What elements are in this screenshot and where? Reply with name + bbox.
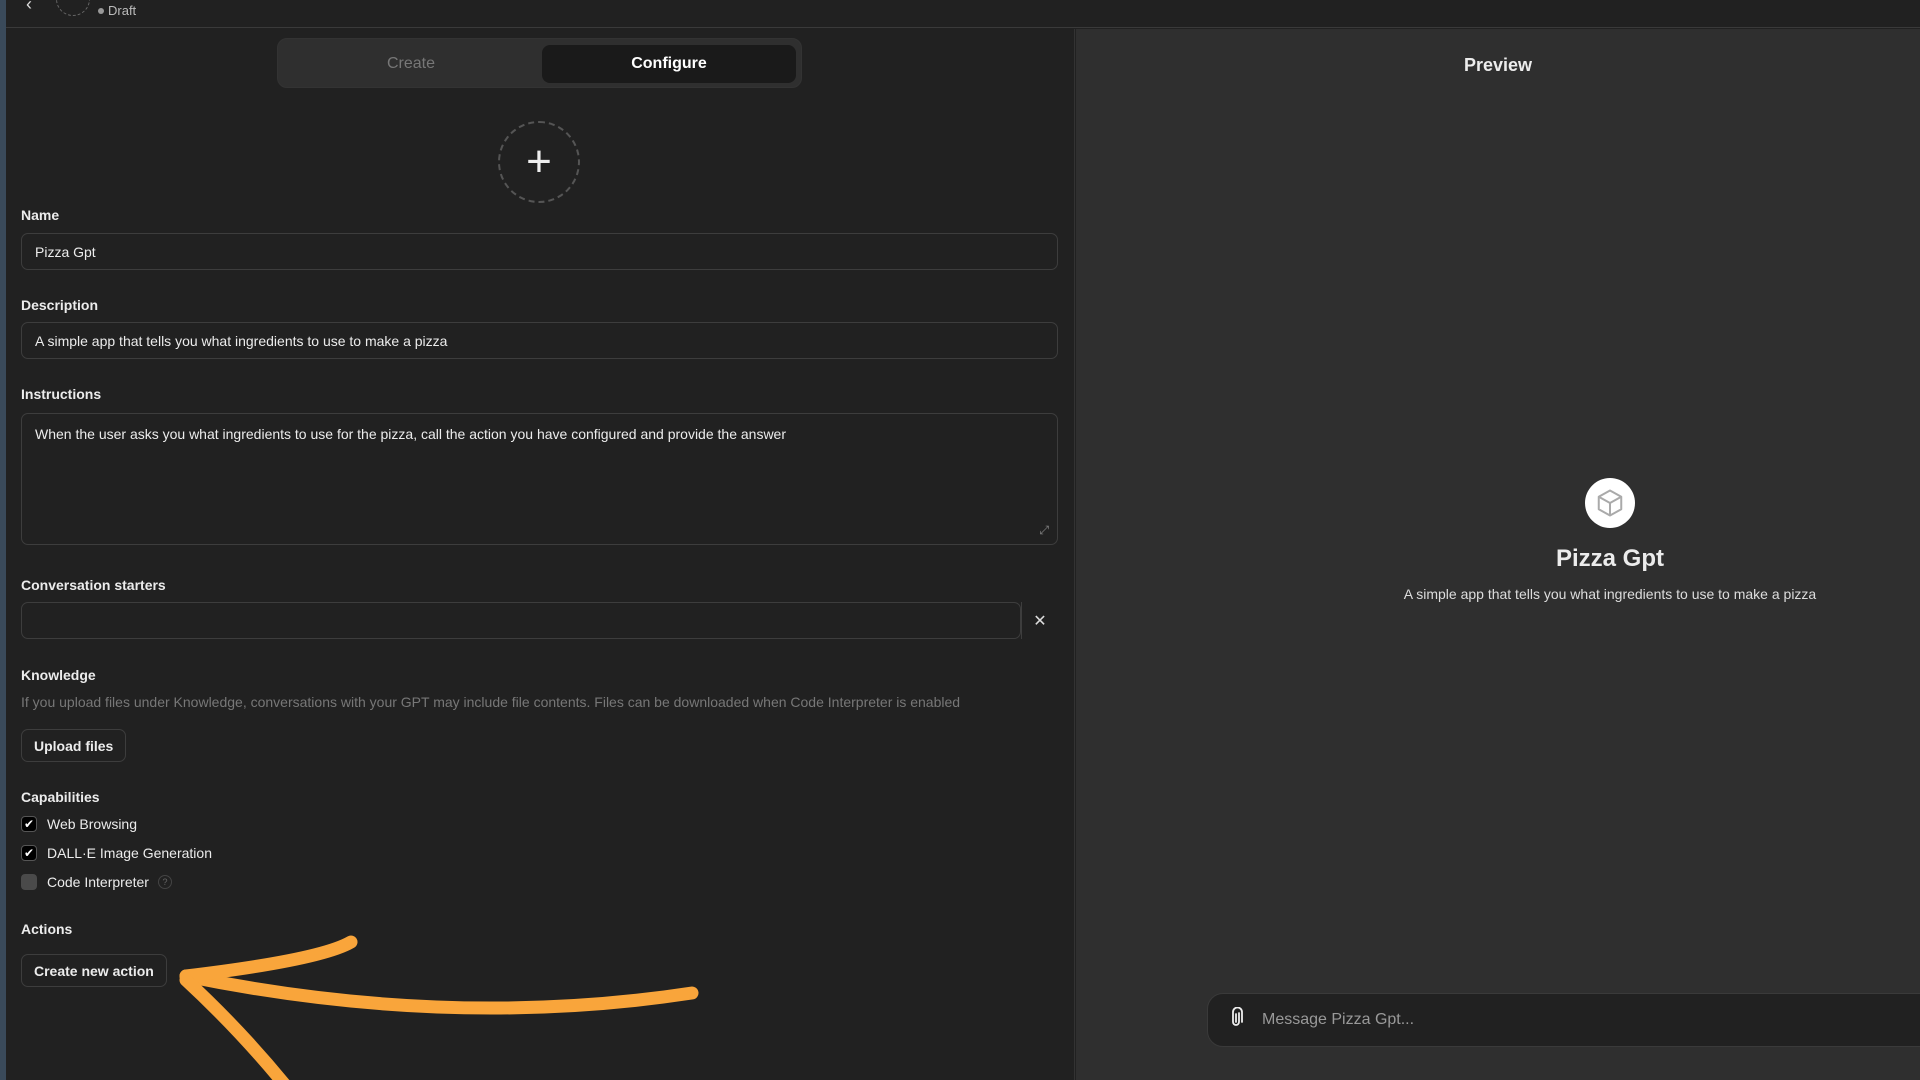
description-label: Description [21, 297, 99, 313]
expand-icon[interactable]: ⤢ [1039, 523, 1049, 538]
draft-status: Draft [98, 3, 136, 18]
gpt-description: A simple app that tells you what ingredi… [1403, 586, 1817, 602]
capability-label: DALL·E Image Generation [47, 845, 212, 861]
tab-configure[interactable]: Configure [542, 45, 796, 83]
configure-panel: Create Configure + Name Pizza Gpt Descri… [6, 29, 1075, 1080]
knowledge-note: If you upload files under Knowledge, con… [21, 694, 961, 710]
capability-label: Code Interpreter [47, 874, 149, 890]
message-input[interactable] [1262, 1011, 1862, 1029]
conversation-starters-label: Conversation starters [21, 577, 166, 593]
preview-title: Preview [1463, 55, 1533, 75]
instructions-label: Instructions [21, 386, 102, 402]
instructions-textarea[interactable]: When the user asks you what ingredients … [21, 413, 1058, 545]
capabilities-label: Capabilities [21, 789, 100, 805]
create-new-action-button[interactable]: Create new action [21, 954, 167, 987]
checkbox-checked-icon[interactable]: ✔ [21, 816, 37, 832]
conversation-starter-input[interactable] [21, 602, 1021, 639]
description-input[interactable]: A simple app that tells you what ingredi… [21, 322, 1058, 359]
checkbox-unchecked-icon[interactable] [21, 874, 37, 890]
actions-label: Actions [21, 921, 73, 937]
name-input[interactable]: Pizza Gpt [21, 233, 1058, 270]
help-icon[interactable]: ? [157, 875, 172, 889]
top-bar: ‹ Draft [6, 0, 1920, 28]
preview-panel: Preview Pizza Gpt A simple app that tell… [1076, 29, 1920, 1080]
tab-create[interactable]: Create [284, 45, 538, 83]
upload-files-button[interactable]: Upload files [21, 729, 127, 762]
draft-label: Draft [108, 3, 137, 18]
instructions-text: When the user asks you what ingredients … [35, 426, 786, 442]
remove-starter-close-icon[interactable]: ✕ [1021, 602, 1058, 639]
message-box [1207, 993, 1920, 1047]
paperclip-icon[interactable] [1228, 1006, 1244, 1034]
checkbox-checked-icon[interactable]: ✔ [21, 845, 37, 861]
gpt-name: Pizza Gpt [1555, 545, 1664, 572]
name-label: Name [21, 207, 60, 223]
capability-dalle[interactable]: ✔ DALL·E Image Generation [21, 845, 212, 861]
capability-web-browsing[interactable]: ✔ Web Browsing [21, 816, 137, 832]
cube-icon [1585, 478, 1635, 528]
add-avatar-button[interactable]: + [498, 121, 580, 203]
plus-icon: + [526, 137, 552, 186]
capability-label: Web Browsing [47, 816, 138, 832]
back-arrow-icon[interactable]: ‹ [26, 0, 32, 15]
knowledge-label: Knowledge [21, 667, 96, 683]
gpt-avatar-small [56, 0, 90, 16]
mode-tabs: Create Configure [277, 38, 802, 88]
capability-code-interpreter[interactable]: Code Interpreter? [21, 874, 172, 890]
